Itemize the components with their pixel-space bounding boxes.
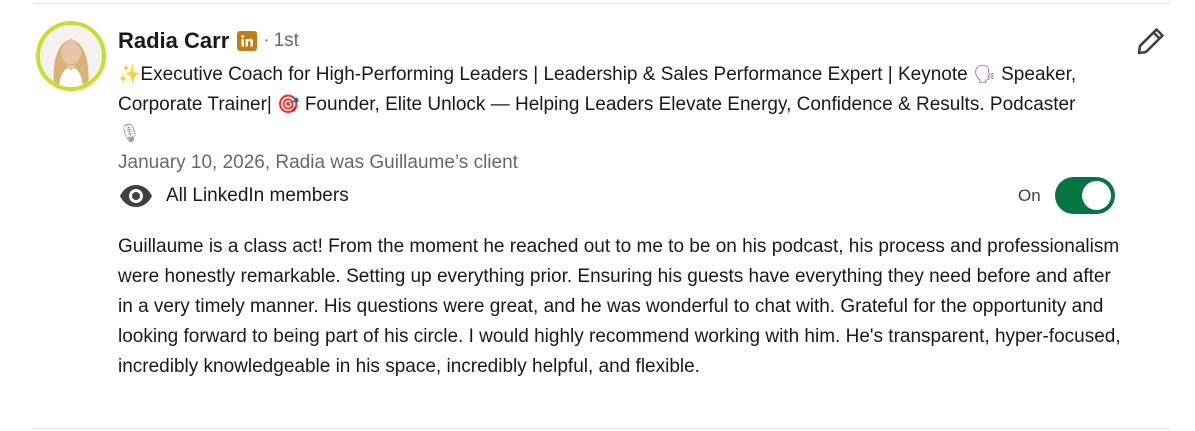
target-emoji: 🎯 bbox=[277, 93, 300, 115]
toggle-state-label: On bbox=[1018, 185, 1041, 205]
recommendation-date-relationship: January 10, 2026, Radia was Guillaume’s … bbox=[118, 152, 518, 173]
microphone-emoji: 🎙 bbox=[118, 123, 141, 144]
recommender-name[interactable]: Radia Carr bbox=[118, 28, 229, 54]
visibility-toggle-group: On bbox=[1018, 177, 1115, 214]
speaking-head-emoji: 🗣 bbox=[973, 64, 996, 85]
sparkle-emoji: ✨ bbox=[118, 64, 141, 85]
recommender-headline: ✨Executive Coach for High-Performing Lea… bbox=[118, 60, 1088, 149]
headline-text-3: Founder, Elite Unlock — Helping Leaders … bbox=[299, 93, 1076, 115]
eye-icon bbox=[120, 185, 152, 207]
bottom-divider bbox=[34, 428, 1170, 429]
separator-dot: · bbox=[263, 30, 270, 51]
name-row: Radia Carr · 1st bbox=[118, 27, 299, 55]
toggle-knob bbox=[1081, 181, 1111, 210]
recommendation-text: Guillaume is a class act! From the momen… bbox=[118, 236, 1121, 377]
avatar[interactable] bbox=[36, 21, 106, 91]
edit-button[interactable] bbox=[1133, 23, 1169, 59]
visibility-row: All LinkedIn members bbox=[118, 181, 349, 211]
linkedin-icon bbox=[237, 31, 258, 51]
pencil-icon bbox=[1137, 28, 1164, 55]
visibility-toggle[interactable] bbox=[1054, 177, 1115, 214]
avatar-photo bbox=[40, 25, 102, 87]
visibility-label: All LinkedIn members bbox=[166, 185, 349, 206]
top-divider bbox=[34, 3, 1170, 4]
connection-degree: 1st bbox=[273, 30, 299, 51]
headline-text-1: Executive Coach for High-Performing Lead… bbox=[140, 64, 973, 85]
